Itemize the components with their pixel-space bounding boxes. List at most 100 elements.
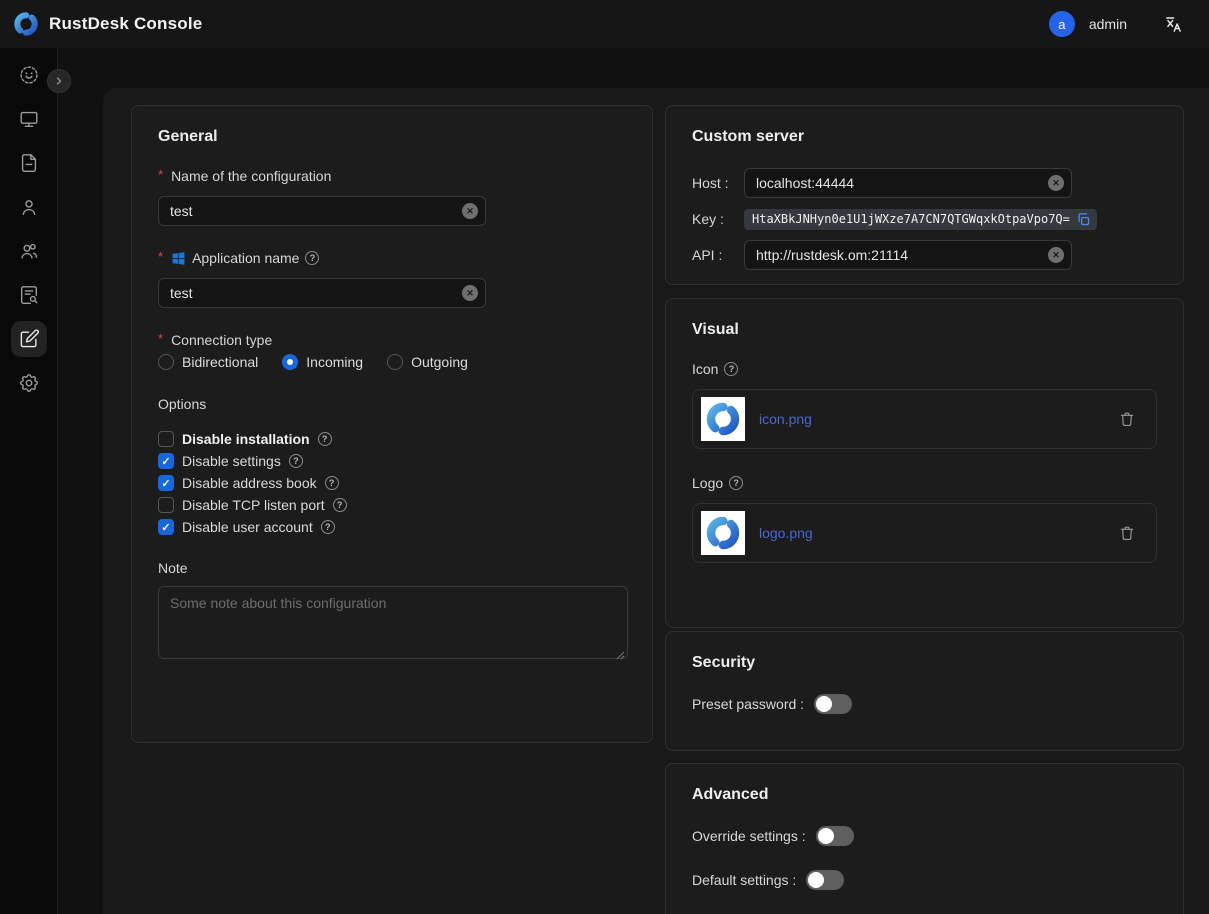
default-settings-label: Default settings : bbox=[692, 872, 796, 888]
override-settings-toggle[interactable] bbox=[816, 826, 854, 846]
monitor-icon bbox=[18, 108, 40, 130]
sidebar-item-audit[interactable] bbox=[11, 277, 47, 313]
required-marker: * bbox=[158, 249, 163, 264]
trash-icon[interactable] bbox=[1118, 524, 1136, 542]
radio-bidirectional-input[interactable] bbox=[158, 354, 174, 370]
main-area: General * Name of the configuration ✕ * bbox=[58, 48, 1209, 914]
option-disable-user-account[interactable]: Disable user account ? bbox=[158, 516, 626, 538]
note-textarea[interactable] bbox=[158, 586, 628, 659]
override-settings-row: Override settings : bbox=[692, 826, 1157, 846]
disable-user-account-checkbox[interactable] bbox=[158, 519, 174, 535]
rustdesk-console-page: RustDesk Console a admin bbox=[0, 0, 1209, 914]
language-translate-icon[interactable] bbox=[1163, 14, 1183, 34]
default-settings-toggle[interactable] bbox=[806, 870, 844, 890]
logo-thumbnail bbox=[701, 511, 745, 555]
clear-icon[interactable]: ✕ bbox=[1048, 247, 1064, 263]
radio-incoming[interactable]: Incoming bbox=[282, 354, 363, 370]
help-icon[interactable]: ? bbox=[318, 432, 332, 446]
security-title: Security bbox=[692, 654, 1157, 672]
sidebar-item-welcome[interactable] bbox=[11, 57, 47, 93]
required-marker: * bbox=[158, 167, 163, 182]
config-name-field: ✕ bbox=[158, 196, 486, 226]
sidebar-item-custom-clients[interactable] bbox=[11, 321, 47, 357]
sidebar-item-settings[interactable] bbox=[11, 365, 47, 401]
content-panel: General * Name of the configuration ✕ * bbox=[103, 88, 1209, 914]
smiley-icon bbox=[18, 64, 40, 86]
help-icon[interactable]: ? bbox=[333, 498, 347, 512]
options-list: Disable installation ? Disable settings … bbox=[158, 428, 626, 538]
resize-handle[interactable] bbox=[615, 647, 625, 657]
user-avatar[interactable]: a bbox=[1049, 11, 1075, 37]
app-name-label: * Application name ? bbox=[158, 250, 626, 266]
default-settings-row: Default settings : bbox=[692, 870, 1157, 890]
custom-server-card: Custom server Host : ✕ Key : HtaXBkJNHyn… bbox=[665, 105, 1184, 285]
help-icon[interactable]: ? bbox=[729, 476, 743, 490]
chevron-right-icon bbox=[52, 74, 66, 88]
sidebar-item-users[interactable] bbox=[11, 189, 47, 225]
sidebar-item-groups[interactable] bbox=[11, 233, 47, 269]
logo-label: Logo ? bbox=[692, 475, 1157, 491]
disable-settings-checkbox[interactable] bbox=[158, 453, 174, 469]
help-icon[interactable]: ? bbox=[305, 251, 319, 265]
icon-upload-box[interactable]: icon.png bbox=[692, 389, 1157, 449]
edit-icon bbox=[18, 328, 40, 350]
preset-password-toggle[interactable] bbox=[814, 694, 852, 714]
clear-icon[interactable]: ✕ bbox=[1048, 175, 1064, 191]
header-right: a admin bbox=[1049, 11, 1183, 37]
document-icon bbox=[18, 152, 40, 174]
sidebar-expand-button[interactable] bbox=[47, 69, 71, 93]
app-name-field: ✕ bbox=[158, 278, 486, 308]
icon-file-link[interactable]: icon.png bbox=[759, 411, 1118, 427]
sidebar-item-documents[interactable] bbox=[11, 145, 47, 181]
icon-label: Icon ? bbox=[692, 361, 1157, 377]
key-label: Key : bbox=[692, 211, 744, 227]
option-disable-tcp-listen-port[interactable]: Disable TCP listen port ? bbox=[158, 494, 626, 516]
logo-file-link[interactable]: logo.png bbox=[759, 525, 1118, 541]
sidebar-item-devices[interactable] bbox=[11, 101, 47, 137]
clear-icon[interactable]: ✕ bbox=[462, 285, 478, 301]
help-icon[interactable]: ? bbox=[321, 520, 335, 534]
icon-thumbnail bbox=[701, 397, 745, 441]
option-disable-address-book[interactable]: Disable address book ? bbox=[158, 472, 626, 494]
toggle-knob bbox=[818, 828, 834, 844]
copy-icon[interactable] bbox=[1076, 212, 1091, 227]
preset-password-row: Preset password : bbox=[692, 694, 1157, 714]
security-card: Security Preset password : bbox=[665, 631, 1184, 751]
custom-server-title: Custom server bbox=[692, 128, 1157, 146]
options-label: Options bbox=[158, 396, 626, 412]
app-title: RustDesk Console bbox=[49, 14, 202, 34]
rustdesk-logo-icon bbox=[13, 11, 39, 37]
help-icon[interactable]: ? bbox=[325, 476, 339, 490]
trash-icon[interactable] bbox=[1118, 410, 1136, 428]
config-name-label: * Name of the configuration bbox=[158, 168, 626, 184]
disable-address-book-checkbox[interactable] bbox=[158, 475, 174, 491]
radio-bidirectional[interactable]: Bidirectional bbox=[158, 354, 258, 370]
note-field bbox=[158, 586, 628, 664]
option-disable-settings[interactable]: Disable settings ? bbox=[158, 450, 626, 472]
config-name-input[interactable] bbox=[158, 196, 486, 226]
key-row: Key : HtaXBkJNHyn0e1U1jWXze7A7CN7QTGWqxk… bbox=[692, 208, 1157, 230]
api-input[interactable] bbox=[744, 240, 1072, 270]
help-icon[interactable]: ? bbox=[289, 454, 303, 468]
host-label: Host : bbox=[692, 175, 744, 191]
logo-upload-box[interactable]: logo.png bbox=[692, 503, 1157, 563]
option-disable-installation[interactable]: Disable installation ? bbox=[158, 428, 626, 450]
radio-outgoing-input[interactable] bbox=[387, 354, 403, 370]
advanced-card: Advanced Override settings : Default set… bbox=[665, 763, 1184, 914]
api-label: API : bbox=[692, 247, 744, 263]
user-name[interactable]: admin bbox=[1089, 16, 1127, 32]
user-group-icon bbox=[18, 240, 40, 262]
radio-incoming-input[interactable] bbox=[282, 354, 298, 370]
app-name-input[interactable] bbox=[158, 278, 486, 308]
clear-icon[interactable]: ✕ bbox=[462, 203, 478, 219]
visual-card: Visual Icon ? icon.png bbox=[665, 298, 1184, 628]
preset-password-label: Preset password : bbox=[692, 696, 804, 712]
radio-outgoing[interactable]: Outgoing bbox=[387, 354, 468, 370]
disable-installation-checkbox[interactable] bbox=[158, 431, 174, 447]
help-icon[interactable]: ? bbox=[724, 362, 738, 376]
required-marker: * bbox=[158, 331, 163, 346]
host-input[interactable] bbox=[744, 168, 1072, 198]
toggle-knob bbox=[808, 872, 824, 888]
brand: RustDesk Console bbox=[13, 11, 202, 37]
disable-tcp-listen-port-checkbox[interactable] bbox=[158, 497, 174, 513]
